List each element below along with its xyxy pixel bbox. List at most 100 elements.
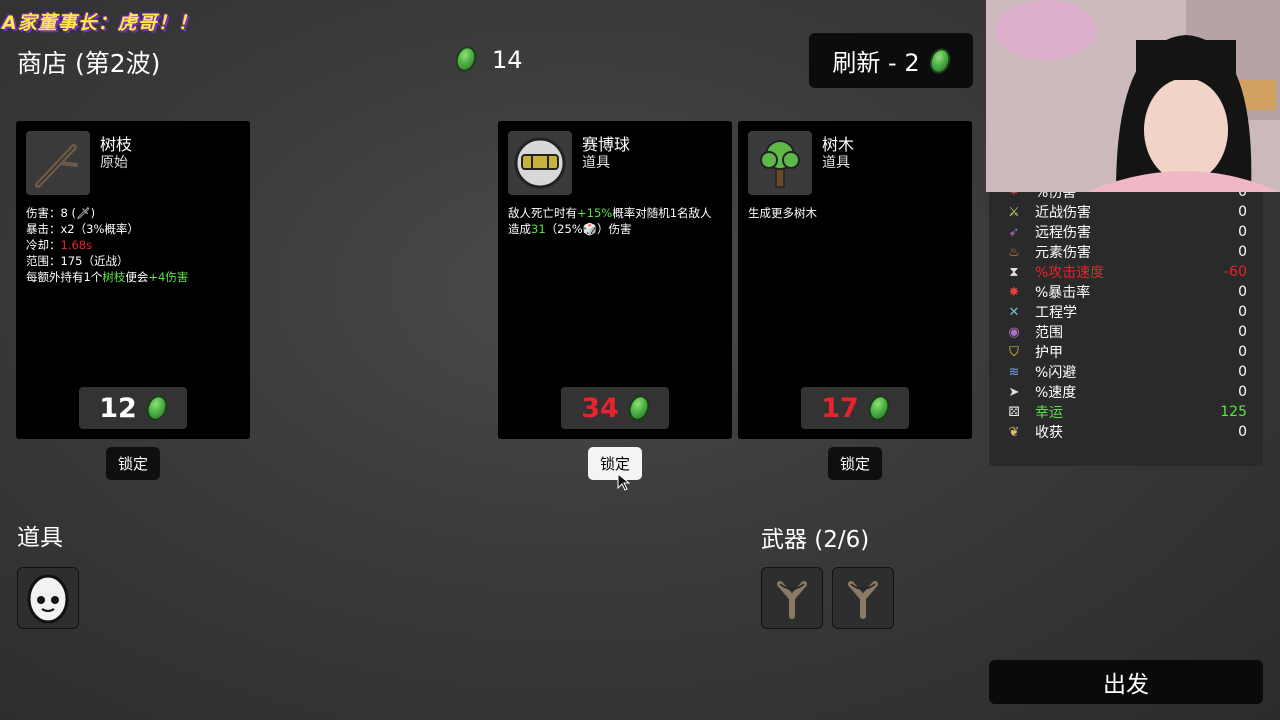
stat-label: 近战伤害 xyxy=(1035,205,1091,221)
stat-damage: 伤害：8 ( xyxy=(26,206,76,220)
sword-icon: ⚔ xyxy=(1008,204,1020,220)
damage-icon: ✶ xyxy=(1008,192,1020,200)
melee-icon: 🗡 xyxy=(75,206,91,220)
slingshot-icon xyxy=(777,581,807,619)
stat-value: 0 xyxy=(1238,244,1247,260)
stat-value: 0 xyxy=(1238,204,1247,220)
stat-row: ✶ %伤害 0 xyxy=(989,192,1263,202)
stat-value: 0 xyxy=(1238,192,1247,200)
go-button[interactable]: 出发 xyxy=(989,660,1263,704)
card-description: 伤害：8 (🗡) 暴击：x2（3%概率） 冷却：1.68s 范围：175（近战）… xyxy=(26,205,242,285)
price-value: 12 xyxy=(99,392,137,424)
stat-value: 0 xyxy=(1238,344,1247,360)
desc-g: ）伤害 xyxy=(597,222,632,236)
price-tag[interactable]: 17 xyxy=(801,387,909,429)
stat-label: %暴击率 xyxy=(1035,285,1091,301)
stat-value: 0 xyxy=(1238,364,1247,380)
stat-cooldown-label: 冷却： xyxy=(26,238,61,252)
dodge-icon: ≋ xyxy=(1008,364,1020,380)
stat-row: ⛉ 护甲 0 xyxy=(989,342,1263,362)
mouse-cursor-icon xyxy=(617,472,631,495)
stat-label: %速度 xyxy=(1035,385,1077,401)
egg-icon xyxy=(27,574,69,624)
weapons-section-title: 武器 (2/6) xyxy=(761,527,870,553)
stat-row: ❦ 收获 0 xyxy=(989,422,1263,442)
stat-label: 收获 xyxy=(1035,425,1063,441)
price-tag[interactable]: 34 xyxy=(561,387,669,429)
tree-icon xyxy=(748,131,812,195)
stat-value: 0 xyxy=(1238,384,1247,400)
bonus-text-d: +4伤害 xyxy=(148,270,189,284)
wrench-icon: ✕ xyxy=(1008,304,1020,320)
card-description: 生成更多树木 xyxy=(748,206,817,220)
material-count: 14 xyxy=(492,46,523,74)
stat-label: 范围 xyxy=(1035,325,1063,341)
desc-f: （25% xyxy=(545,222,583,236)
stat-label: 护甲 xyxy=(1035,345,1063,361)
stat-value: 0 xyxy=(1238,424,1247,440)
shop-card-stick[interactable]: 树枝 原始 伤害：8 (🗡) 暴击：x2（3%概率） 冷却：1.68s 范围：1… xyxy=(16,121,250,439)
lock-button-tree[interactable]: 锁定 xyxy=(828,447,882,480)
boot-icon: ➤ xyxy=(1008,384,1020,400)
stat-row: ⚄ 幸运 125 xyxy=(989,402,1263,422)
cyberball-icon xyxy=(508,131,572,195)
bonus-text-c: 便会 xyxy=(125,270,149,284)
desc-b: +15% xyxy=(577,206,613,220)
stat-value: 0 xyxy=(1238,284,1247,300)
stat-value: 0 xyxy=(1238,324,1247,340)
dice-icon: ⚄ xyxy=(1008,404,1020,420)
luck-icon: 🎲 xyxy=(582,222,598,236)
stat-label: 幸运 xyxy=(1035,405,1063,421)
bonus-text-b: 树枝 xyxy=(102,270,126,284)
price-value: 17 xyxy=(821,392,859,424)
stat-row: ≋ %闪避 0 xyxy=(989,362,1263,382)
bonus-text-a: 每额外持有1个 xyxy=(26,270,103,284)
desc-e: 31 xyxy=(531,222,546,236)
stat-label: %攻击速度 xyxy=(1035,265,1105,281)
stat-row: ✸ %暴击率 0 xyxy=(989,282,1263,302)
desc-a: 敌人死亡时有 xyxy=(508,206,577,220)
lock-button-cyberball[interactable]: 锁定 xyxy=(588,447,642,480)
stat-value: -60 xyxy=(1224,264,1247,280)
flame-icon: ♨ xyxy=(1008,244,1020,260)
refresh-button[interactable]: 刷新 - 2 xyxy=(809,33,973,88)
stat-row: ➤ %速度 0 xyxy=(989,382,1263,402)
stat-label: %伤害 xyxy=(1035,192,1077,201)
lock-button-stick[interactable]: 锁定 xyxy=(106,447,160,480)
shop-card-tree[interactable]: 树木 道具 生成更多树木 17 xyxy=(738,121,972,439)
refresh-label: 刷新 - 2 xyxy=(832,49,920,77)
stat-range: 范围：175（近战） xyxy=(26,254,129,268)
price-tag[interactable]: 12 xyxy=(79,387,187,429)
item-slot-egg[interactable] xyxy=(17,567,79,629)
slingshot-icon xyxy=(848,581,878,619)
shield-icon: ⛉ xyxy=(1009,344,1019,360)
shop-card-cyberball[interactable]: 赛博球 道具 敌人死亡时有+15%概率对随机1名敌人 造成31（25%🎲）伤害 … xyxy=(498,121,732,439)
weapon-slot-2[interactable] xyxy=(832,567,894,629)
hourglass-icon: ⧗ xyxy=(1009,264,1019,280)
bow-icon: ➶ xyxy=(1008,224,1020,240)
stick-icon xyxy=(26,131,90,195)
stat-row: ✕ 工程学 0 xyxy=(989,302,1263,322)
range-icon: ◉ xyxy=(1008,324,1020,340)
stat-row: ⧗ %攻击速度 -60 xyxy=(989,262,1263,282)
stat-value: 125 xyxy=(1220,404,1247,420)
stat-label: 元素伤害 xyxy=(1035,245,1091,261)
desc-d: 造成 xyxy=(508,222,531,236)
stat-label: %闪避 xyxy=(1035,365,1077,381)
stat-row: ➶ 远程伤害 0 xyxy=(989,222,1263,242)
stat-row: ◉ 范围 0 xyxy=(989,322,1263,342)
wheat-icon: ❦ xyxy=(1008,424,1020,440)
stat-row: ⚔ 近战伤害 0 xyxy=(989,202,1263,222)
stats-panel: ✶ %伤害 0 ⚔ 近战伤害 0 ➶ 远程伤害 0 ♨ 元素伤害 0 ⧗ %攻击速度 -60 ✸ %暴击率 0 ✕ 工… xyxy=(989,192,1263,466)
streamer-webcam xyxy=(986,0,1280,192)
streamer-banner: A家董事长：虎哥！！ xyxy=(2,12,198,34)
material-coin-icon xyxy=(864,392,893,424)
stat-row: ♨ 元素伤害 0 xyxy=(989,242,1263,262)
stat-label: 工程学 xyxy=(1035,305,1077,321)
price-value: 34 xyxy=(581,392,619,424)
desc-c: 概率对随机1名敌人 xyxy=(612,206,712,220)
material-coin-icon xyxy=(452,43,480,75)
weapon-slot-1[interactable] xyxy=(761,567,823,629)
crit-icon: ✸ xyxy=(1008,284,1020,300)
card-description: 敌人死亡时有+15%概率对随机1名敌人 造成31（25%🎲）伤害 xyxy=(508,205,724,237)
